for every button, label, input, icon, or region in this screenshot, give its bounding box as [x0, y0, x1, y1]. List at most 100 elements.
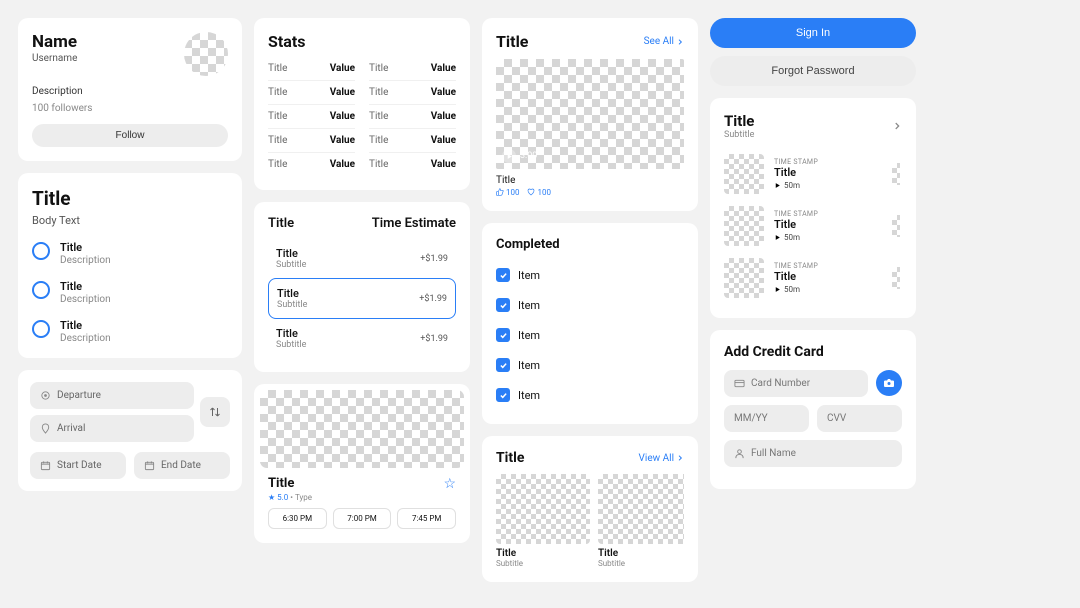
- stat-row: TitleValue: [268, 81, 355, 105]
- stat-row: TitleValue: [268, 57, 355, 81]
- episode-row[interactable]: TIME STAMPTitle50m: [724, 148, 902, 200]
- estimate-price: +$1.99: [420, 254, 448, 264]
- calendar-icon: [144, 460, 155, 471]
- auth-panel: Sign In Forgot Password: [710, 18, 916, 86]
- estimate-subtitle: Subtitle: [277, 300, 307, 310]
- video-thumbnail[interactable]: 3:00: [496, 59, 684, 169]
- cvv-input[interactable]: CVV: [817, 405, 902, 432]
- departure-input[interactable]: Departure: [30, 382, 194, 409]
- checklist-item[interactable]: Item: [496, 350, 684, 380]
- estimate-price: +$1.99: [419, 294, 447, 304]
- follow-button[interactable]: Follow: [32, 124, 228, 147]
- stat-row: TitleValue: [369, 81, 456, 105]
- gallery-item[interactable]: TitleSubtitle: [496, 474, 590, 568]
- checklist-item[interactable]: Item: [496, 260, 684, 290]
- time-slot-button[interactable]: 6:30 PM: [268, 508, 327, 529]
- gallery-item-title: Title: [598, 548, 684, 559]
- checkbox-icon: [496, 358, 510, 372]
- radio-label: Title: [60, 319, 111, 332]
- estimate-option[interactable]: TitleSubtitle+$1.99: [268, 278, 456, 319]
- swap-button[interactable]: [200, 397, 230, 427]
- checklist-label: Item: [518, 359, 540, 372]
- chevron-right-icon[interactable]: [892, 121, 902, 131]
- radio-option[interactable]: Title Description: [32, 241, 228, 266]
- episode-row[interactable]: TIME STAMPTitle50m: [724, 200, 902, 252]
- estimate-option[interactable]: TitleSubtitle+$1.99: [268, 239, 456, 278]
- arrival-input[interactable]: Arrival: [30, 415, 194, 442]
- see-all-link[interactable]: See All: [644, 36, 684, 47]
- episode-row[interactable]: TIME STAMPTitle50m: [724, 252, 902, 304]
- radio-desc: Description: [60, 333, 111, 344]
- listing-meta: ★ 5.0 • Type: [268, 493, 312, 502]
- radio-option[interactable]: Title Description: [32, 280, 228, 305]
- checklist-title: Completed: [496, 237, 684, 252]
- stat-value: Value: [330, 87, 355, 98]
- episode-card: Title Subtitle TIME STAMPTitle50mTIME ST…: [710, 98, 916, 318]
- radio-icon: [32, 320, 50, 338]
- gallery-card: Title View All TitleSubtitleTitleSubtitl…: [482, 436, 698, 582]
- episode-duration: 50m: [774, 181, 882, 190]
- radio-card-body: Body Text: [32, 214, 228, 227]
- signin-button[interactable]: Sign In: [710, 18, 916, 48]
- time-slot-button[interactable]: 7:00 PM: [333, 508, 392, 529]
- listing-card: Title ★ 5.0 • Type ☆ 6:30 PM7:00 PM7:45 …: [254, 384, 470, 543]
- star-icon: ★: [268, 493, 275, 502]
- checklist-item[interactable]: Item: [496, 290, 684, 320]
- checklist-label: Item: [518, 299, 540, 312]
- pin-icon: [40, 423, 51, 434]
- chevron-right-icon: [676, 38, 684, 46]
- card-number-input[interactable]: Card Number: [724, 370, 868, 397]
- start-date-input[interactable]: Start Date: [30, 452, 126, 479]
- checkbox-icon: [496, 268, 510, 282]
- camera-icon: [883, 377, 895, 389]
- end-date-input[interactable]: End Date: [134, 452, 230, 479]
- swap-icon: [209, 406, 221, 418]
- person-icon: [734, 448, 745, 459]
- checkbox-icon: [496, 388, 510, 402]
- cc-title: Add Credit Card: [724, 344, 902, 360]
- stat-row: TitleValue: [369, 105, 456, 129]
- checklist-label: Item: [518, 269, 540, 282]
- stat-row: TitleValue: [369, 153, 456, 176]
- stat-value: Value: [431, 111, 456, 122]
- favorite-icon[interactable]: ☆: [443, 476, 456, 492]
- stat-value: Value: [431, 87, 456, 98]
- scan-card-button[interactable]: [876, 370, 902, 396]
- radio-option[interactable]: Title Description: [32, 319, 228, 344]
- radio-desc: Description: [60, 294, 111, 305]
- drag-handle-icon: [892, 163, 900, 185]
- episode-duration: 50m: [774, 233, 882, 242]
- estimate-title: Title: [276, 327, 306, 340]
- episode-title: Title: [774, 218, 882, 231]
- view-all-link[interactable]: View All: [639, 453, 684, 464]
- episode-duration: 50m: [774, 285, 882, 294]
- checklist-item[interactable]: Item: [496, 380, 684, 410]
- gallery-item-subtitle: Subtitle: [496, 559, 590, 568]
- radio-card: Title Body Text Title Description Title …: [18, 173, 242, 358]
- estimate-subtitle: Subtitle: [276, 340, 306, 350]
- drag-handle-icon: [892, 215, 900, 237]
- time-slot-button[interactable]: 7:45 PM: [397, 508, 456, 529]
- episode-title: Title: [774, 270, 882, 283]
- gallery-image: [496, 474, 590, 544]
- checklist-item[interactable]: Item: [496, 320, 684, 350]
- drag-handle-icon: [892, 267, 900, 289]
- expiry-input[interactable]: MM/YY: [724, 405, 809, 432]
- radio-desc: Description: [60, 255, 111, 266]
- video-card-title: Title: [496, 32, 528, 51]
- stat-value: Value: [330, 111, 355, 122]
- gallery-item[interactable]: TitleSubtitle: [598, 474, 684, 568]
- full-name-input[interactable]: Full Name: [724, 440, 902, 467]
- stat-row: TitleValue: [268, 105, 355, 129]
- episode-card-title: Title: [724, 112, 754, 130]
- stat-value: Value: [330, 159, 355, 170]
- checkbox-icon: [496, 298, 510, 312]
- stat-label: Title: [268, 135, 287, 146]
- listing-image[interactable]: [260, 390, 464, 468]
- stat-value: Value: [431, 63, 456, 74]
- estimate-option[interactable]: TitleSubtitle+$1.99: [268, 319, 456, 358]
- stat-row: TitleValue: [369, 57, 456, 81]
- forgot-password-button[interactable]: Forgot Password: [710, 56, 916, 86]
- episode-thumbnail: [724, 206, 764, 246]
- avatar[interactable]: [184, 32, 228, 76]
